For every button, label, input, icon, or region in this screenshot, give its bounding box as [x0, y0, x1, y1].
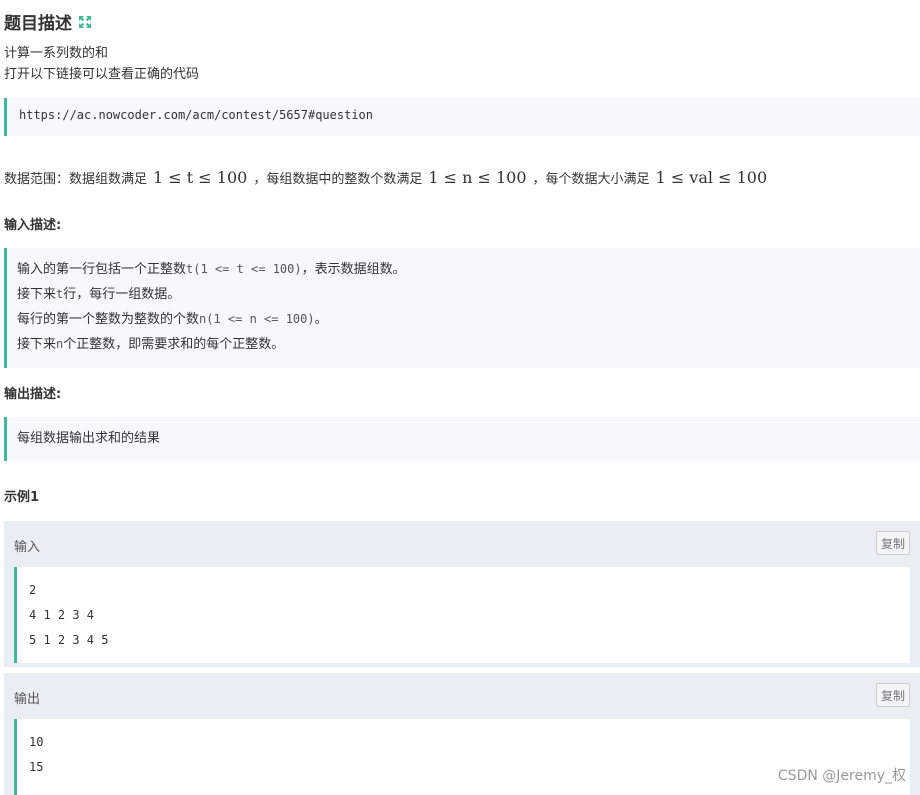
copy-input-button[interactable]: 复制 [876, 531, 910, 555]
output-description-block: 每组数据输出求和的结果 [4, 417, 920, 461]
description-line-1: 计算一系列数的和 [4, 46, 109, 61]
code-line: 5 1 2 3 4 5 [29, 633, 109, 647]
input-line-text: 个正整数，即需要求和的每个正整数。 [63, 337, 285, 352]
input-description-block: 输入的第一行包括一个正整数t(1 <= t <= 100)，表示数据组数。 接下… [4, 248, 920, 368]
example-output-code[interactable]: 10 15 [14, 719, 910, 795]
description-line-2: 打开以下链接可以查看正确的代码 [4, 67, 200, 82]
code-line: 4 1 2 3 4 [29, 608, 95, 622]
input-line: 接下来t行，每行一组数据。 [17, 282, 920, 307]
code-line: 2 [29, 583, 37, 597]
output-description-label: 输出描述: [4, 387, 62, 402]
example-label: 示例1 [4, 490, 40, 505]
url-block: https://ac.nowcoder.com/acm/contest/5657… [4, 98, 920, 136]
copy-output-button[interactable]: 复制 [876, 683, 910, 707]
input-line-text: ，表示数据组数。 [301, 262, 406, 277]
output-description-text: 每组数据输出求和的结果 [17, 431, 161, 446]
input-line-text: 。 [314, 312, 328, 327]
example-input-panel: 输入 复制 2 4 1 2 3 4 5 1 2 3 4 5 [4, 521, 920, 667]
range-prefix: 数据范围：数据组数满足 [4, 172, 148, 187]
input-line-text: 行，每行一组数据。 [63, 287, 181, 302]
range-math-n: 1 ≤ n ≤ 100 [428, 168, 527, 187]
example-input-label: 输入 [14, 540, 41, 555]
example-output-label: 输出 [14, 692, 41, 707]
data-range: 数据范围：数据组数满足 1 ≤ t ≤ 100 ，每组数据中的整数个数满足 1 … [4, 168, 773, 187]
input-line-text: 接下来 [17, 337, 57, 352]
range-mid-2: ，每个数据大小满足 [532, 172, 650, 187]
input-line: 输入的第一行包括一个正整数t(1 <= t <= 100)，表示数据组数。 [17, 257, 920, 282]
example-input-code[interactable]: 2 4 1 2 3 4 5 1 2 3 4 5 [14, 567, 910, 663]
input-line: 每行的第一个整数为整数的个数n(1 <= n <= 100)。 [17, 307, 920, 332]
problem-title-row: 题目描述 [4, 8, 92, 34]
example-input-header: 输入 复制 [4, 521, 920, 565]
expand-icon[interactable] [78, 14, 92, 28]
code-line: 10 [29, 735, 44, 749]
watermark: CSDN @Jeremy_权 [777, 768, 906, 784]
input-line-code: t(1 <= t <= 100) [186, 262, 302, 276]
contest-url[interactable]: https://ac.nowcoder.com/acm/contest/5657… [19, 108, 373, 122]
input-line-text: 输入的第一行包括一个正整数 [17, 262, 187, 277]
range-math-val: 1 ≤ val ≤ 100 [655, 168, 768, 187]
input-line-code: n(1 <= n <= 100) [199, 312, 315, 326]
example-output-header: 输出 复制 [4, 673, 920, 717]
input-line-text: 接下来 [17, 287, 57, 302]
input-description-label: 输入描述: [4, 218, 62, 233]
input-line: 接下来n个正整数，即需要求和的每个正整数。 [17, 332, 920, 357]
page-title: 题目描述 [4, 13, 72, 34]
range-mid-1: ，每组数据中的整数个数满足 [253, 172, 423, 187]
range-math-t: 1 ≤ t ≤ 100 [153, 168, 248, 187]
input-line-text: 每行的第一个整数为整数的个数 [17, 312, 200, 327]
